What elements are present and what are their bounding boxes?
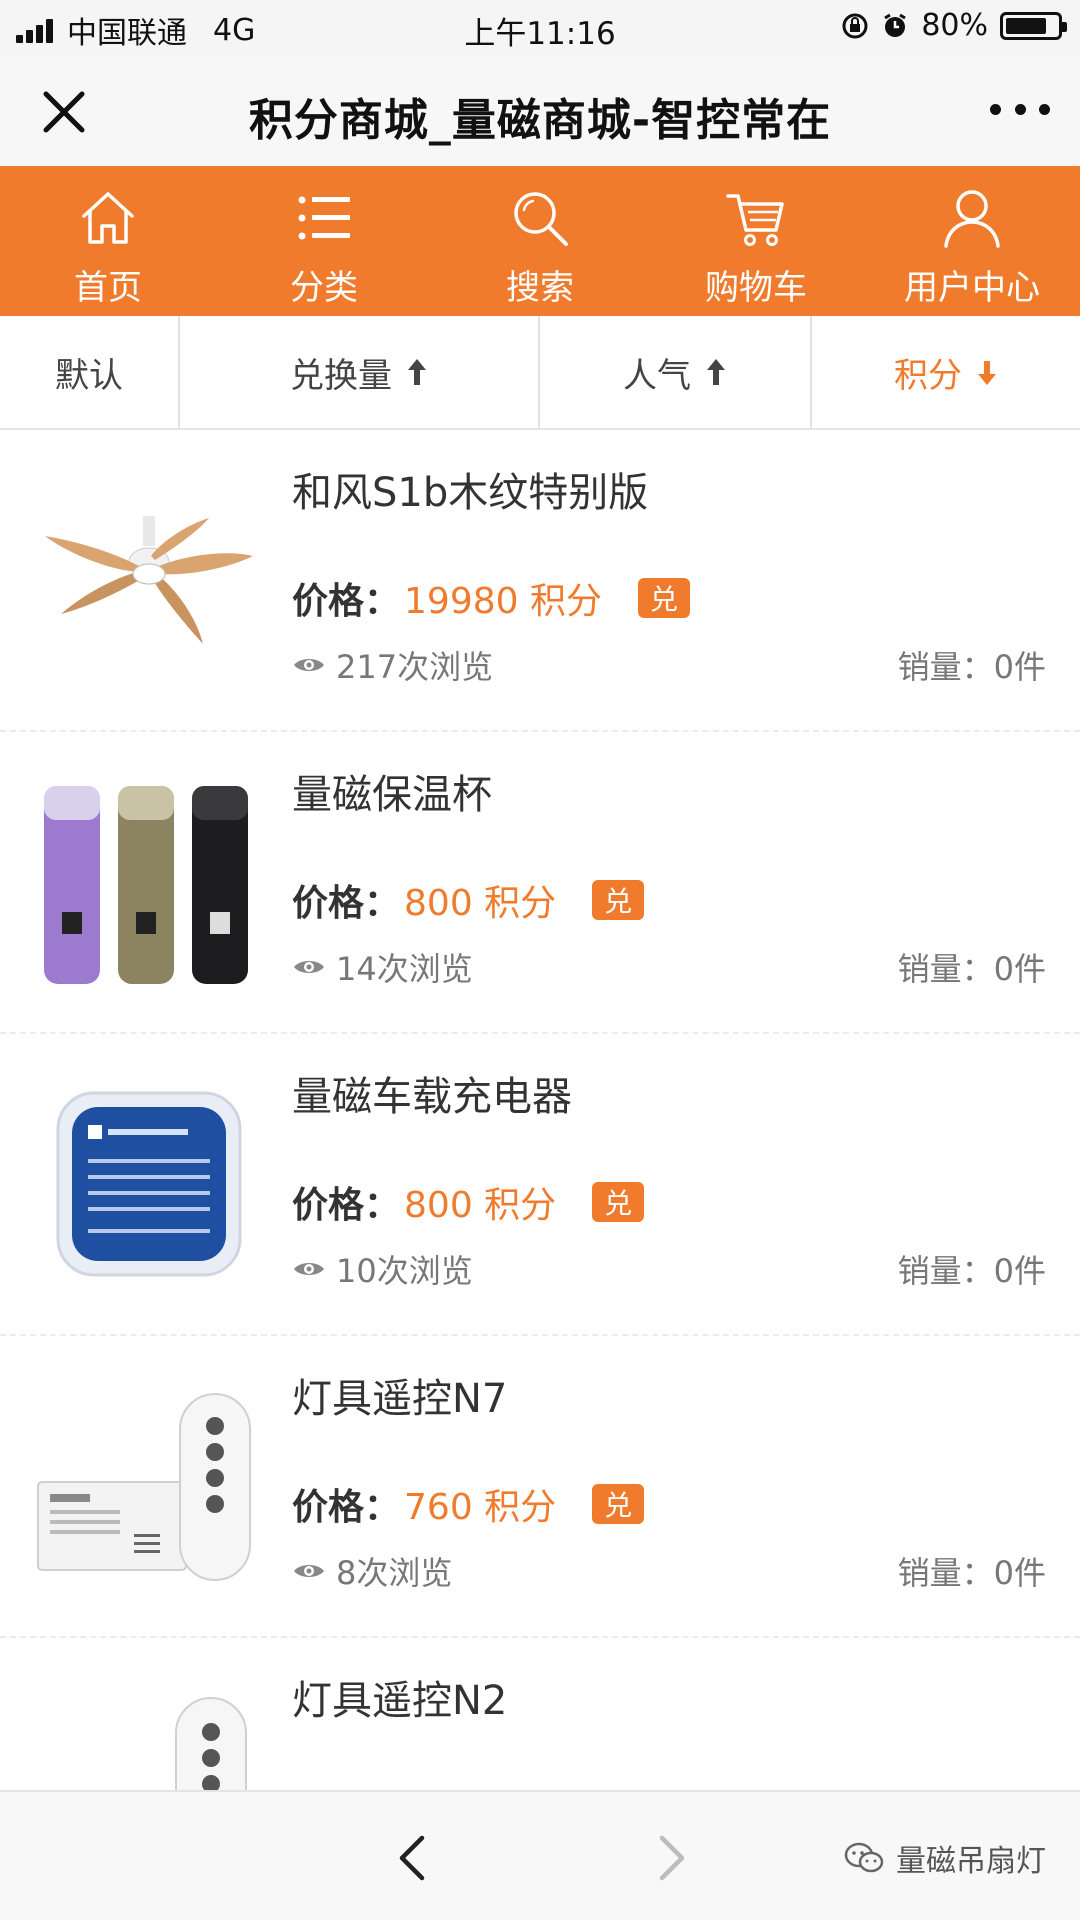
list-icon: [298, 196, 350, 240]
product-name[interactable]: 和风S1b木纹特别版: [292, 460, 648, 518]
title-bar: 积分商城_量磁商城-智控常在: [0, 54, 1080, 166]
product-list: 和风S1b木纹特别版 价格： 19980 积分 兑 217次浏览 销量：0件 量…: [0, 430, 1080, 1920]
bottom-bar: 量磁吊扇灯: [0, 1790, 1080, 1920]
nav-label-user: 用户中心: [904, 268, 1040, 308]
battery-icon: [1000, 11, 1067, 40]
battery-fill: [1006, 17, 1046, 34]
sales-count: 销量：0件: [897, 1252, 1046, 1290]
nav-item-home[interactable]: 首页: [0, 166, 216, 316]
price-value: 800 积分: [404, 1185, 557, 1226]
home-icon: [82, 192, 134, 244]
sort-exchange-label: 兑换量: [290, 355, 392, 396]
sales-count: 销量：0件: [897, 1554, 1046, 1592]
product-image-car-charger[interactable]: [34, 1074, 264, 1294]
product-name[interactable]: 灯具遥控N2: [292, 1668, 507, 1726]
car-charger-image: [56, 1091, 242, 1277]
nav-item-search[interactable]: 搜索: [432, 166, 648, 316]
eye-icon: [294, 659, 324, 671]
product-item[interactable]: 量磁保温杯 价格： 800 积分 兑 14次浏览 销量：0件: [0, 732, 1080, 1034]
product-image-remote-n7[interactable]: [34, 1376, 264, 1596]
views-text: 8次浏览: [336, 1554, 453, 1592]
nav-bar: 首页 分类 搜索 购物车 用户中心: [0, 166, 1080, 316]
price-label: 价格：: [292, 883, 401, 924]
views-count: 217次浏览: [292, 642, 493, 688]
eye-icon: [294, 961, 324, 973]
sales-count: 销量：0件: [897, 648, 1046, 686]
forward-arrow-icon[interactable]: [652, 1832, 692, 1884]
page-title: 积分商城_量磁商城-智控常在: [248, 95, 832, 146]
eye-icon: [294, 1565, 324, 1577]
product-item[interactable]: 灯具遥控N7 价格： 760 积分 兑 8次浏览 销量：0件: [0, 1336, 1080, 1638]
views-text: 10次浏览: [336, 1252, 473, 1290]
search-icon: [514, 192, 568, 246]
cart-icon: [726, 194, 784, 246]
nav-label-home: 首页: [74, 268, 142, 308]
status-bar: 中国联通 4G 上午11:16 80%: [0, 0, 1080, 54]
ceiling-fan-image: [45, 516, 253, 644]
price-row: 价格： 760 积分 兑: [292, 1478, 645, 1530]
alarm-icon: [884, 13, 907, 37]
watermark-text: 量磁吊扇灯: [896, 1844, 1046, 1879]
sort-popularity-label: 人气: [623, 355, 691, 396]
price-value: 800 积分: [404, 883, 557, 924]
nav-item-cart[interactable]: 购物车: [648, 166, 864, 316]
sort-points[interactable]: 积分: [812, 316, 1080, 428]
price-row: 价格： 800 积分 兑: [292, 874, 645, 926]
nav-item-category[interactable]: 分类: [216, 166, 432, 316]
battery-percent: 80%: [921, 8, 988, 43]
product-image-thermos-cups[interactable]: [34, 772, 264, 992]
nav-item-user[interactable]: 用户中心: [864, 166, 1080, 316]
product-name[interactable]: 量磁车载充电器: [292, 1064, 572, 1122]
sales-count: 销量：0件: [897, 950, 1046, 988]
remote-n7-image: [37, 1393, 251, 1581]
price-label: 价格：: [292, 1185, 401, 1226]
nav-label-category: 分类: [290, 268, 358, 308]
views-count: 8次浏览: [292, 1548, 452, 1594]
arrow-down-icon: [978, 361, 996, 385]
arrow-up-icon: [707, 359, 725, 385]
product-item[interactable]: 量磁车载充电器 价格： 800 积分 兑 10次浏览 销量：0件: [0, 1034, 1080, 1336]
eye-icon: [294, 1263, 324, 1275]
status-right: 80%: [841, 8, 1067, 43]
product-item[interactable]: 和风S1b木纹特别版 价格： 19980 积分 兑 217次浏览 销量：0件: [0, 430, 1080, 732]
sort-points-label: 积分: [894, 355, 962, 396]
views-count: 10次浏览: [292, 1246, 473, 1292]
more-icon[interactable]: [990, 104, 1050, 120]
wechat-icon: [844, 1842, 884, 1873]
product-image-ceiling-fan[interactable]: [34, 470, 264, 690]
sort-default[interactable]: 默认: [0, 316, 180, 428]
product-name[interactable]: 量磁保温杯: [292, 762, 492, 820]
views-count: 14次浏览: [292, 944, 473, 990]
back-arrow-icon[interactable]: [392, 1832, 432, 1884]
redeem-button[interactable]: 兑: [592, 1182, 645, 1222]
price-label: 价格：: [292, 581, 401, 622]
arrow-up-icon: [408, 359, 426, 385]
views-text: 217次浏览: [336, 648, 494, 686]
views-text: 14次浏览: [336, 950, 473, 988]
nav-label-cart: 购物车: [705, 268, 807, 308]
sort-default-label: 默认: [55, 355, 123, 396]
user-icon: [944, 190, 1000, 248]
sort-bar: 默认 兑换量 人气 积分: [0, 316, 1080, 430]
close-icon[interactable]: [36, 84, 92, 140]
thermos-cups-image: [44, 786, 248, 984]
price-row: 价格： 19980 积分 兑: [292, 572, 690, 624]
sort-exchange-count[interactable]: 兑换量: [180, 316, 540, 428]
nav-label-search: 搜索: [506, 268, 574, 308]
redeem-button[interactable]: 兑: [592, 880, 645, 920]
rotation-lock-icon: [842, 13, 868, 38]
product-name[interactable]: 灯具遥控N7: [292, 1366, 507, 1424]
price-value: 760 积分: [404, 1487, 557, 1528]
sort-popularity[interactable]: 人气: [540, 316, 812, 428]
price-label: 价格：: [292, 1487, 401, 1528]
redeem-button[interactable]: 兑: [592, 1484, 645, 1524]
price-value: 19980 积分: [404, 581, 602, 622]
price-row: 价格： 800 积分 兑: [292, 1176, 645, 1228]
watermark: 量磁吊扇灯: [844, 1836, 1046, 1880]
redeem-button[interactable]: 兑: [637, 578, 690, 618]
